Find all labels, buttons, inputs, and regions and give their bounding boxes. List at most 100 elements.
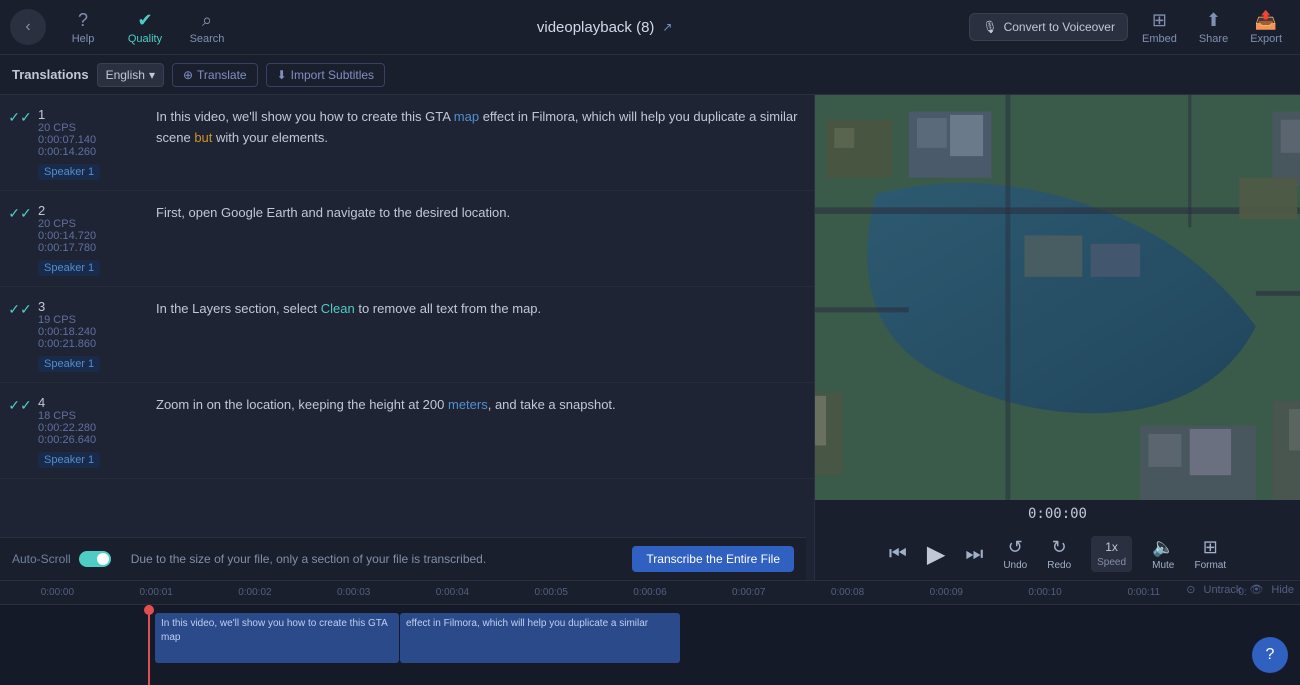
help-icon: ?	[78, 10, 88, 31]
redo-button[interactable]: ↻ Redo	[1047, 537, 1071, 571]
check-icon-3: ✓✓	[8, 301, 31, 318]
language-select[interactable]: English ▾	[97, 63, 164, 87]
help-label: Help	[72, 33, 95, 45]
check-icon-4: ✓✓	[8, 397, 31, 414]
ruler-mark-8: 0:00:08	[798, 587, 897, 598]
mute-icon: 🔈	[1152, 537, 1174, 558]
check-col-3: ✓✓	[10, 299, 30, 372]
check-col-4: ✓✓	[10, 395, 30, 468]
undo-button[interactable]: ↺ Undo	[1003, 537, 1027, 571]
sub-time-end-3: 0:00:21.860	[38, 338, 148, 350]
share-icon: ⬆	[1206, 10, 1221, 31]
import-label: Import Subtitles	[291, 68, 374, 82]
fastforward-button[interactable]: ⏭	[965, 543, 983, 566]
sub-num-3: 3	[38, 299, 148, 314]
share-label: Share	[1199, 33, 1228, 45]
import-subtitles-button[interactable]: ⬇ Import Subtitles	[266, 63, 385, 87]
text-col-2[interactable]: First, open Google Earth and navigate to…	[156, 203, 804, 276]
rewind-button[interactable]: ⏮	[889, 543, 907, 566]
sub-time-start-3: 0:00:18.240	[38, 326, 148, 338]
format-icon: ⊞	[1203, 537, 1218, 558]
playhead-dot	[144, 605, 154, 615]
translate-button[interactable]: ⊕ Translate	[172, 63, 258, 87]
sub-time-end-1: 0:00:14.260	[38, 146, 148, 158]
speaker-tag-4[interactable]: Speaker 1	[38, 452, 100, 468]
text-col-3[interactable]: In the Layers section, select Clean to r…	[156, 299, 804, 372]
hide-button[interactable]: Hide	[1271, 584, 1294, 596]
help-fab-button[interactable]: ?	[1252, 637, 1288, 673]
language-value: English	[106, 68, 145, 82]
text-col-1[interactable]: In this video, we'll show you how to cre…	[156, 107, 804, 180]
video-panel: 0:00:00 ⏮ ▶ ⏭ ↺ Undo ↻ Redo 1x Speed	[815, 95, 1300, 580]
sub-num-2: 2	[38, 203, 148, 218]
subtitle-block-1[interactable]: In this video, we'll show you how to cre…	[155, 613, 399, 663]
info-col-4: 4 18 CPS 0:00:22.280 0:00:26.640 Speaker…	[38, 395, 148, 468]
sub-num-4: 4	[38, 395, 148, 410]
sub-cps-3: 19 CPS	[38, 314, 148, 326]
auto-scroll-area: Auto-Scroll	[12, 551, 111, 567]
search-tool[interactable]: ⌕ Search	[178, 5, 236, 49]
external-link-icon[interactable]: ↗	[662, 20, 672, 34]
speaker-tag-2[interactable]: Speaker 1	[38, 260, 100, 276]
sub-time-start-2: 0:00:14.720	[38, 230, 148, 242]
rewind-icon: ⏮	[889, 543, 907, 566]
play-button[interactable]: ▶	[927, 540, 945, 569]
check-icon-2: ✓✓	[8, 205, 31, 222]
top-bar: ‹ ? Help ✔ Quality ⌕ Search videoplaybac…	[0, 0, 1300, 55]
format-button[interactable]: ⊞ Format	[1194, 537, 1226, 571]
embed-button[interactable]: ⊞ Embed	[1134, 6, 1185, 49]
quality-label: Quality	[128, 33, 162, 45]
auto-scroll-toggle[interactable]	[79, 551, 111, 567]
highlight-clean: Clean	[321, 301, 355, 316]
mute-button[interactable]: 🔈 Mute	[1152, 537, 1174, 571]
redo-icon: ↻	[1052, 537, 1067, 558]
mute-label: Mute	[1152, 560, 1174, 571]
auto-scroll-label: Auto-Scroll	[12, 552, 71, 566]
transcribe-entire-button[interactable]: Transcribe the Entire File	[632, 546, 794, 572]
export-button[interactable]: 📤 Export	[1242, 6, 1290, 49]
subtitle-item-2: ✓✓ 2 20 CPS 0:00:14.720 0:00:17.780 Spea…	[0, 191, 814, 287]
translate-label: Translate	[197, 68, 247, 82]
timeline-track[interactable]: In this video, we'll show you how to cre…	[0, 605, 1300, 685]
subtitle-item-3: ✓✓ 3 19 CPS 0:00:18.240 0:00:21.860 Spea…	[0, 287, 814, 383]
sub-cps-2: 20 CPS	[38, 218, 148, 230]
back-button[interactable]: ‹	[10, 9, 46, 45]
text-col-4[interactable]: Zoom in on the location, keeping the hei…	[156, 395, 804, 468]
ruler-mark-9: 0:00:09	[897, 587, 996, 598]
sub-cps-4: 18 CPS	[38, 410, 148, 422]
ruler-mark-3: 0:00:03	[304, 587, 403, 598]
main-content: ✓✓ 1 20 CPS 0:00:07.140 0:00:14.260 Spea…	[0, 95, 1300, 580]
timeline: 0:00:00 0:00:01 0:00:02 0:00:03 0:00:04 …	[0, 580, 1300, 685]
quality-tool[interactable]: ✔ Quality	[116, 5, 174, 49]
info-col-1: 1 20 CPS 0:00:07.140 0:00:14.260 Speaker…	[38, 107, 148, 180]
help-tool[interactable]: ? Help	[54, 5, 112, 49]
pio-marker: ⊙	[1186, 583, 1195, 596]
highlight-but: but	[194, 130, 212, 145]
embed-label: Embed	[1142, 33, 1177, 45]
play-icon: ▶	[927, 540, 945, 569]
ruler-mark-5: 0:00:05	[502, 587, 601, 598]
speaker-tag-3[interactable]: Speaker 1	[38, 356, 100, 372]
time-display: 0:00:00	[1028, 500, 1087, 528]
transcribe-info-text: Due to the size of your file, only a sec…	[111, 552, 633, 566]
timeline-ruler: 0:00:00 0:00:01 0:00:02 0:00:03 0:00:04 …	[0, 581, 1300, 605]
speaker-tag-1[interactable]: Speaker 1	[38, 164, 100, 180]
speed-button[interactable]: 1x Speed	[1091, 536, 1132, 572]
fastforward-icon: ⏭	[965, 543, 983, 566]
ruler-mark-7: 0:00:07	[699, 587, 798, 598]
info-col-3: 3 19 CPS 0:00:18.240 0:00:21.860 Speaker…	[38, 299, 148, 372]
plus-icon: ⊕	[183, 68, 193, 82]
highlight-meters: meters	[448, 397, 488, 412]
share-button[interactable]: ⬆ Share	[1191, 6, 1236, 49]
subtitle-block-2[interactable]: effect in Filmora, which will help you d…	[400, 613, 680, 663]
translations-label: Translations	[12, 67, 89, 82]
ruler-mark-10: 0:00:10	[996, 587, 1095, 598]
voiceover-button[interactable]: 🎙 Convert to Voiceover	[969, 13, 1128, 41]
title-area: videoplayback (8) ↗	[240, 19, 969, 36]
subtitle-block-2-text: effect in Filmora, which will help you d…	[406, 617, 674, 631]
speed-text: Speed	[1097, 557, 1126, 568]
untrack-button[interactable]: Untrack	[1204, 584, 1242, 596]
export-label: Export	[1250, 33, 1282, 45]
sub-time-start-1: 0:00:07.140	[38, 134, 148, 146]
format-label: Format	[1194, 560, 1226, 571]
